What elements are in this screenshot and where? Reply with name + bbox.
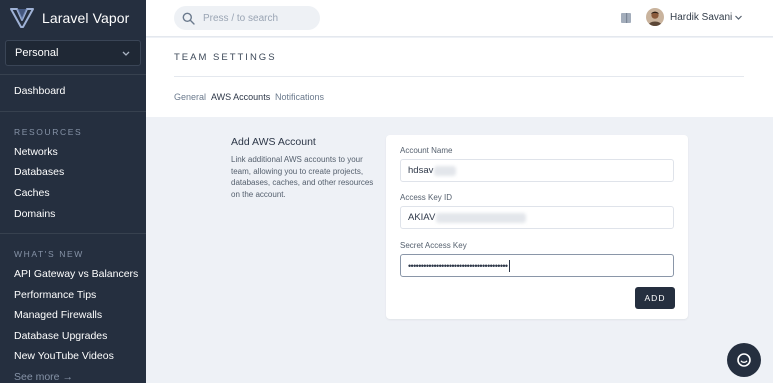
search-input[interactable] — [203, 12, 313, 24]
sidebar-divider — [0, 111, 146, 112]
redacted-blur — [434, 165, 457, 176]
chevron-down-icon[interactable] — [734, 13, 743, 22]
team-select[interactable]: Personal — [5, 40, 141, 66]
chat-bubble-icon — [737, 353, 751, 367]
user-name[interactable]: Hardik Savani — [670, 12, 732, 23]
add-account-description: Link additional AWS accounts to your tea… — [231, 155, 374, 200]
secret-key-value: ••••••••••••••••••••••••••••••••••••••• — [408, 260, 508, 271]
whats-new-section-title: WHAT'S NEW — [14, 249, 84, 259]
add-account-form: Account Name hdsav Access Key ID AKIAV S… — [386, 135, 688, 319]
tab-general[interactable]: General — [174, 92, 206, 102]
secret-key-field[interactable]: ••••••••••••••••••••••••••••••••••••••• — [400, 254, 674, 277]
resources-section-title: RESOURCES — [14, 127, 83, 137]
page-title: TEAM SETTINGS — [174, 52, 277, 63]
see-more-link[interactable]: See more → — [14, 371, 73, 383]
account-name-label: Account Name — [400, 146, 453, 155]
sidebar-item-database-upgrades[interactable]: Database Upgrades — [14, 330, 107, 342]
search-icon — [182, 12, 195, 25]
sidebar-item-caches[interactable]: Caches — [14, 187, 50, 199]
app-name: Laravel Vapor — [42, 10, 130, 26]
sidebar-item-performance-tips[interactable]: Performance Tips — [14, 289, 96, 301]
team-select-value: Personal — [15, 47, 59, 59]
settings-header: TEAM SETTINGS General AWS Accounts Notif… — [146, 38, 773, 117]
secret-key-label: Secret Access Key — [400, 241, 467, 250]
text-caret — [508, 259, 510, 272]
avatar[interactable] — [646, 8, 664, 26]
add-account-heading: Add AWS Account — [231, 136, 316, 148]
chevron-down-icon — [122, 51, 130, 56]
redacted-blur — [436, 212, 527, 223]
sidebar-item-databases[interactable]: Databases — [14, 166, 64, 178]
add-button[interactable]: ADD — [635, 287, 675, 309]
help-chat-button[interactable] — [727, 343, 761, 377]
sidebar-item-youtube-videos[interactable]: New YouTube Videos — [14, 350, 114, 362]
header-divider — [174, 76, 744, 77]
sidebar-item-dashboard[interactable]: Dashboard — [14, 85, 65, 97]
sidebar-divider — [0, 74, 146, 75]
docs-book-icon[interactable] — [620, 12, 632, 24]
vapor-logo-icon — [10, 8, 34, 28]
access-key-label: Access Key ID — [400, 193, 453, 202]
tab-aws-accounts[interactable]: AWS Accounts — [211, 92, 270, 102]
access-key-value: AKIAV — [408, 212, 436, 223]
top-bar: Hardik Savani — [146, 0, 773, 37]
account-name-field[interactable]: hdsav — [400, 159, 674, 182]
user-photo-icon — [646, 8, 664, 26]
sidebar-item-api-gateway[interactable]: API Gateway vs Balancers — [14, 268, 138, 280]
brand[interactable]: Laravel Vapor — [10, 7, 129, 29]
access-key-field[interactable]: AKIAV — [400, 206, 674, 229]
sidebar-item-networks[interactable]: Networks — [14, 146, 58, 158]
sidebar-item-managed-firewalls[interactable]: Managed Firewalls — [14, 309, 102, 321]
search-box[interactable] — [174, 6, 320, 30]
sidebar-divider — [0, 233, 146, 234]
sidebar-item-domains[interactable]: Domains — [14, 208, 55, 220]
sidebar: Laravel Vapor Personal Dashboard RESOURC… — [0, 0, 146, 383]
tab-notifications[interactable]: Notifications — [275, 92, 324, 102]
account-name-value: hdsav — [408, 165, 434, 176]
